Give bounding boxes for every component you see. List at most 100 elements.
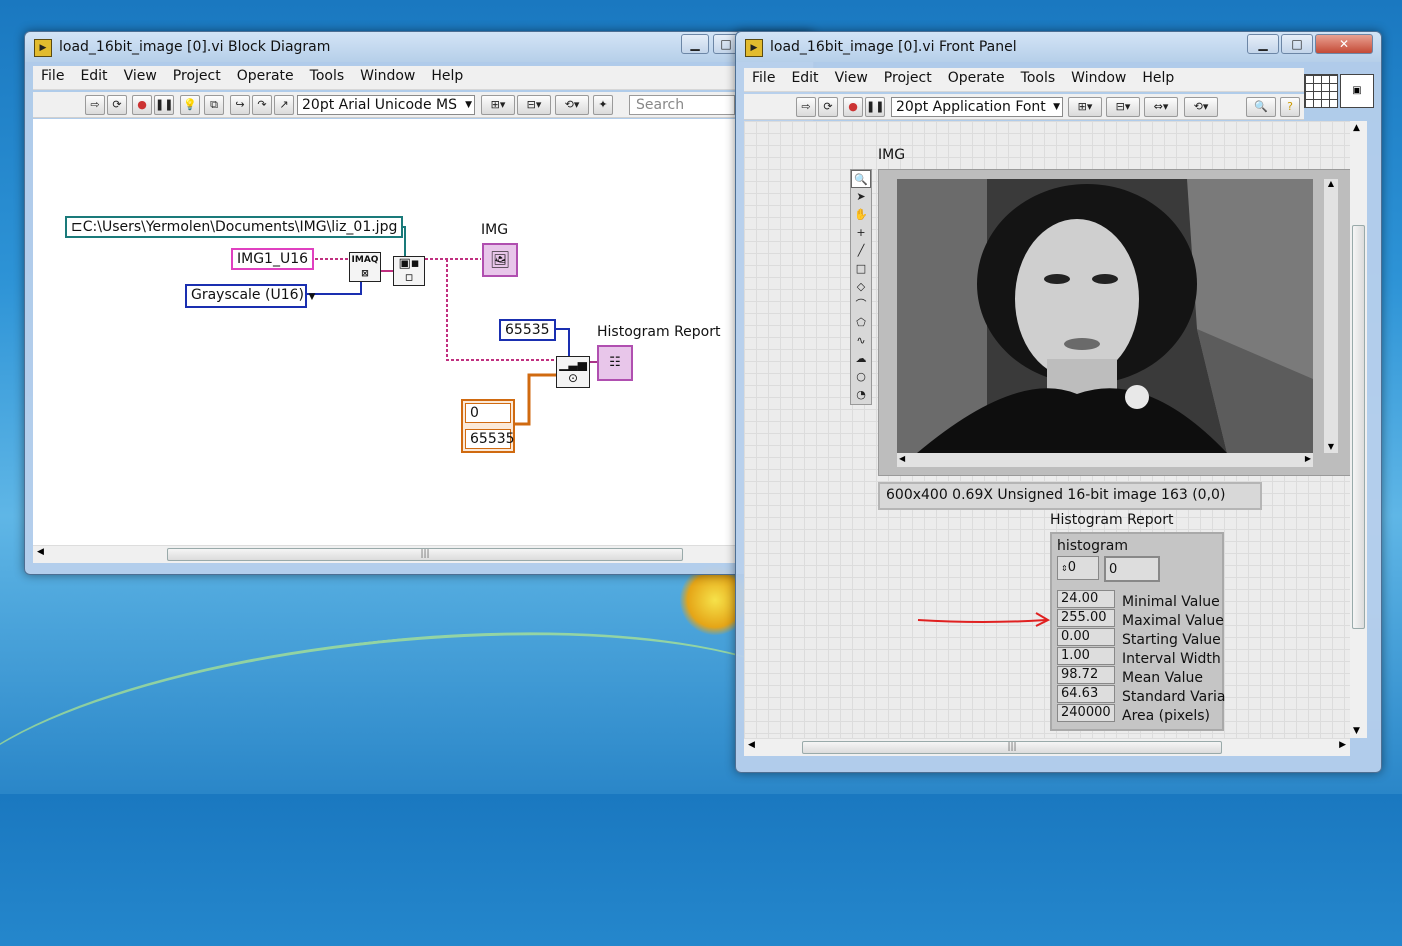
scroll-left-icon[interactable]: ◀ — [37, 547, 44, 557]
image-type-constant[interactable]: Grayscale (U16) ▼ — [185, 284, 315, 308]
abort-icon[interactable]: ● — [843, 97, 863, 117]
max-constant[interactable]: 65535 — [499, 319, 556, 341]
array-index-control[interactable]: ⇕0 — [1057, 556, 1099, 580]
rectangle-icon[interactable]: □ — [851, 260, 871, 278]
menu-window[interactable]: Window — [1063, 68, 1134, 88]
abort-icon[interactable]: ● — [132, 95, 152, 115]
range-lower[interactable]: 0 — [465, 403, 511, 423]
front-panel-vscrollbar[interactable]: ▲ ▼ — [1350, 121, 1367, 738]
menu-tools[interactable]: Tools — [302, 66, 353, 86]
scroll-down-icon[interactable]: ▼ — [1324, 442, 1338, 451]
image-vscrollbar[interactable]: ▲ ▼ — [1324, 179, 1338, 453]
pause-icon[interactable]: ❚❚ — [865, 97, 885, 117]
block-diagram-canvas[interactable]: ⊏C:\Users\Yermolen\Documents\IMG\liz_01.… — [33, 119, 736, 545]
histogram-node[interactable]: ▁▃▅ ⊙ — [556, 356, 590, 388]
distribute-objects-icon[interactable]: ⊟▾ — [517, 95, 551, 115]
menu-project[interactable]: Project — [165, 66, 229, 86]
pause-icon[interactable]: ❚❚ — [154, 95, 174, 115]
image-name-constant[interactable]: IMG1_U16 — [231, 248, 315, 270]
hscroll-thumb[interactable]: ||| — [802, 741, 1222, 754]
vscroll-thumb[interactable] — [1352, 225, 1365, 629]
line-icon[interactable]: ╱ — [851, 242, 871, 260]
selection-arrow-icon[interactable]: ➤ — [851, 188, 871, 206]
range-upper[interactable]: 65535 — [465, 429, 515, 449]
image-tool-palette: 🔍 ➤ ✋ + ╱ □ ◇ ⌒ ⬠ ∿ ☁ ○ ◔ — [850, 169, 872, 405]
run-arrow-icon[interactable]: ⇨ — [85, 95, 105, 115]
rotated-rectangle-icon[interactable]: ◇ — [851, 278, 871, 296]
menu-window[interactable]: Window — [352, 66, 423, 86]
step-over-icon[interactable]: ↷ — [252, 95, 272, 115]
run-continuously-icon[interactable]: ⟳ — [107, 95, 127, 115]
connector-pane-icon[interactable] — [1304, 74, 1338, 108]
hscroll-thumb[interactable]: ||| — [167, 548, 683, 561]
scroll-up-icon[interactable]: ▲ — [1353, 123, 1360, 133]
menu-help[interactable]: Help — [1134, 68, 1182, 88]
align-objects-icon[interactable]: ⊞▾ — [1068, 97, 1102, 117]
step-out-icon[interactable]: ↗ — [274, 95, 294, 115]
freehand-region-icon[interactable]: ☁ — [851, 350, 871, 368]
menu-help[interactable]: Help — [423, 66, 471, 86]
highlight-execution-icon[interactable]: 💡 — [180, 95, 200, 115]
menu-file[interactable]: File — [33, 66, 72, 86]
menu-view[interactable]: View — [827, 68, 876, 88]
minimize-button[interactable]: ▁ — [681, 34, 709, 54]
menu-tools[interactable]: Tools — [1013, 68, 1064, 88]
reorder-icon[interactable]: ⟲▾ — [555, 95, 589, 115]
step-into-icon[interactable]: ↪ — [230, 95, 250, 115]
distribute-objects-icon[interactable]: ⊟▾ — [1106, 97, 1140, 117]
scroll-left-icon[interactable]: ◀ — [899, 454, 905, 463]
context-help-icon[interactable]: ? — [1280, 97, 1300, 117]
block-diagram-titlebar[interactable]: ▶ load_16bit_image [0].vi Block Diagram … — [25, 32, 813, 62]
stat-label: Maximal Value — [1122, 613, 1224, 629]
scroll-up-icon[interactable]: ▲ — [1324, 179, 1338, 188]
imaq-create-node[interactable]: IMAQ ⊠ — [349, 252, 381, 282]
font-ring-dropdown[interactable]: 20pt Application Font ▼ — [891, 97, 1063, 117]
scroll-left-icon[interactable]: ◀ — [748, 740, 755, 750]
align-objects-icon[interactable]: ⊞▾ — [481, 95, 515, 115]
front-panel-titlebar[interactable]: ▶ load_16bit_image [0].vi Front Panel ▁ … — [736, 32, 1381, 62]
run-arrow-icon[interactable]: ⇨ — [796, 97, 816, 117]
desktop-wallpaper-swoosh — [0, 593, 852, 946]
menu-operate[interactable]: Operate — [940, 68, 1013, 88]
menu-operate[interactable]: Operate — [229, 66, 302, 86]
polygon-icon[interactable]: ⬠ — [851, 314, 871, 332]
menu-view[interactable]: View — [116, 66, 165, 86]
block-diagram-hscrollbar[interactable]: ◀ ||| — [33, 545, 736, 563]
menu-project[interactable]: Project — [876, 68, 940, 88]
scroll-down-icon[interactable]: ▼ — [1353, 726, 1360, 736]
front-panel-hscrollbar[interactable]: ◀ ||| ▶ — [744, 738, 1350, 756]
index-stepper-icon[interactable]: ⇕ — [1061, 564, 1068, 573]
pan-hand-icon[interactable]: ✋ — [851, 206, 871, 224]
vi-icon[interactable]: ▣ — [1340, 74, 1374, 108]
search-icon[interactable]: 🔍 — [1246, 97, 1276, 117]
retain-wire-values-icon[interactable]: ⧉ — [204, 95, 224, 115]
point-icon[interactable]: + — [851, 224, 871, 242]
close-button[interactable]: ✕ — [1315, 34, 1373, 54]
font-ring-dropdown[interactable]: 20pt Arial Unicode MS ▼ — [297, 95, 475, 115]
run-continuously-icon[interactable]: ⟳ — [818, 97, 838, 117]
image-hscrollbar[interactable]: ◀ ▶ — [897, 453, 1313, 467]
maximize-button[interactable]: □ — [1281, 34, 1313, 54]
path-constant[interactable]: ⊏C:\Users\Yermolen\Documents\IMG\liz_01.… — [65, 216, 404, 238]
resize-objects-icon[interactable]: ⇔▾ — [1144, 97, 1178, 117]
scroll-right-icon[interactable]: ▶ — [1339, 740, 1346, 750]
reorder-icon[interactable]: ⟲▾ — [1184, 97, 1218, 117]
imaq-readfile-node[interactable]: ▣▪ ▫ — [393, 256, 425, 286]
scroll-right-icon[interactable]: ▶ — [1305, 454, 1311, 463]
freehand-line-icon[interactable]: ∿ — [851, 332, 871, 350]
image-display[interactable]: ▲ ▼ ◀ ▶ — [878, 169, 1350, 476]
annulus-icon[interactable]: ◔ — [851, 386, 871, 404]
range-cluster-constant[interactable]: 0 65535 — [461, 399, 515, 453]
oval-icon[interactable]: ○ — [851, 368, 871, 386]
img-indicator-terminal[interactable]: 🖼 — [482, 243, 518, 277]
menu-file[interactable]: File — [744, 68, 783, 88]
zoom-icon[interactable]: 🔍 — [851, 170, 871, 188]
clean-up-diagram-icon[interactable]: ✦ — [593, 95, 613, 115]
histogram-report-terminal[interactable]: ☷ — [597, 345, 633, 381]
polyline-icon[interactable]: ⌒ — [851, 296, 871, 314]
minimize-button[interactable]: ▁ — [1247, 34, 1279, 54]
menu-edit[interactable]: Edit — [783, 68, 826, 88]
search-input[interactable]: Search — [629, 95, 735, 115]
menu-edit[interactable]: Edit — [72, 66, 115, 86]
front-panel-canvas[interactable]: IMG 🔍 ➤ ✋ + ╱ □ ◇ ⌒ ⬠ ∿ ☁ ○ ◔ ▲ ▼ ◀ ▶ 60… — [744, 121, 1350, 738]
